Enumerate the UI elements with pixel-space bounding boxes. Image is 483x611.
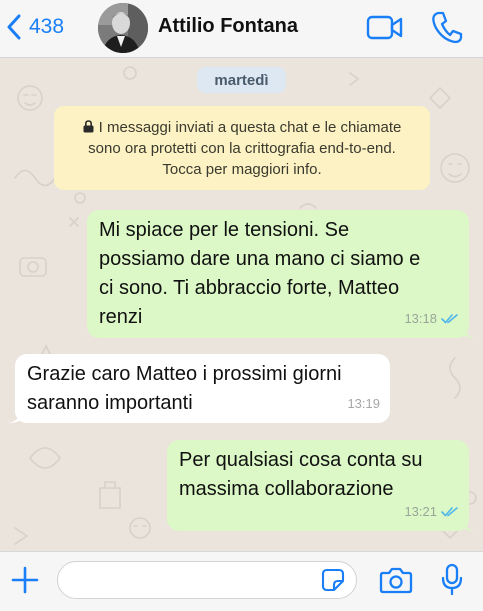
message-line: renzi	[99, 306, 143, 328]
message-line: Grazie caro Matteo i prossimi giorni	[27, 363, 342, 385]
bubble-tail	[462, 324, 476, 338]
message-line: ci sono. Ti abbraccio forte, Matteo	[99, 277, 400, 299]
message-input[interactable]	[57, 561, 357, 599]
contact-name[interactable]: Attilio Fontana	[158, 15, 298, 38]
bubble-tail	[462, 517, 476, 531]
message-time: 13:18	[404, 311, 437, 326]
chat-header: 438 Attilio Fontana	[0, 0, 483, 58]
message-line: saranno importanti	[27, 392, 193, 414]
avatar[interactable]	[98, 3, 148, 53]
avatar-photo	[98, 3, 148, 53]
message-meta: 13:19	[347, 389, 380, 418]
encryption-text: I messaggi inviati a questa chat e le ch…	[88, 119, 402, 178]
message-line: Mi spiace per le tensioni. Se	[99, 219, 350, 241]
date-separator: martedì	[197, 67, 286, 93]
chat-area[interactable]: martedì I messaggi inviati a questa chat…	[0, 58, 483, 551]
message-incoming[interactable]: Grazie caro Matteo i prossimi giorni sar…	[8, 354, 390, 423]
chevron-left-icon	[7, 14, 21, 40]
encryption-notice[interactable]: I messaggi inviati a questa chat e le ch…	[54, 106, 430, 190]
phone-icon[interactable]	[431, 10, 463, 44]
sticker-icon[interactable]	[321, 568, 345, 592]
lock-icon	[83, 120, 94, 133]
message-time: 13:19	[347, 396, 380, 411]
message-meta: 13:18	[404, 304, 459, 333]
bubble-tail	[8, 409, 22, 423]
back-button[interactable]: 438	[6, 12, 64, 42]
message-meta: 13:21	[404, 497, 459, 526]
plus-icon[interactable]	[10, 565, 40, 595]
camera-icon[interactable]	[379, 566, 413, 594]
read-ticks-icon	[441, 314, 458, 324]
read-ticks-icon	[441, 507, 458, 517]
microphone-icon[interactable]	[440, 563, 464, 597]
message-outgoing[interactable]: Per qualsiasi cosa conta su massima coll…	[167, 440, 476, 531]
video-call-icon[interactable]	[366, 13, 404, 43]
message-line: Per qualsiasi cosa conta su	[179, 449, 423, 471]
message-line: possiamo dare una mano ci siamo e	[99, 248, 421, 270]
composer-bar	[0, 551, 483, 611]
unread-count: 438	[29, 15, 65, 38]
message-outgoing[interactable]: Mi spiace per le tensioni. Se possiamo d…	[87, 210, 476, 338]
message-time: 13:21	[404, 504, 437, 519]
